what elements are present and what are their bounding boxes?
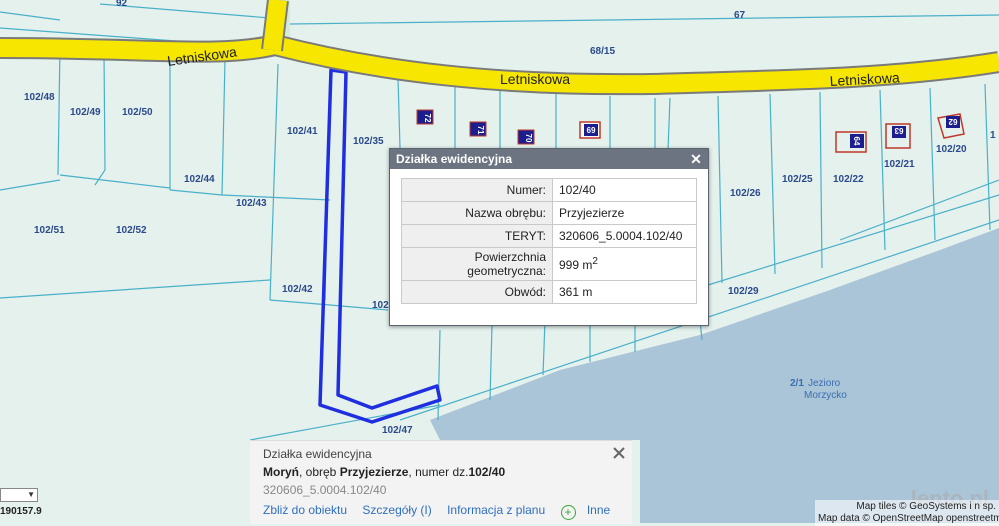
parcel-102-26: 102/26: [730, 188, 761, 199]
sep-numer: , numer dz.: [408, 465, 469, 479]
parcel-102-50: 102/50: [122, 107, 153, 118]
attribution-tiles: Map tiles © GeoSystems i n sp.: [856, 501, 996, 512]
parcel-102-29: 102/29: [728, 286, 759, 297]
parcel-102-48: 102/48: [24, 92, 55, 103]
parcel-92: 92: [116, 0, 128, 9]
coordinate-readout: 190157.9: [0, 506, 42, 517]
lake-parcel-id: 2/1: [790, 378, 804, 389]
sep-obreb: , obręb: [299, 465, 340, 479]
parcel-102-22: 102/22: [833, 174, 864, 185]
lake-name-line1: Jezioro: [808, 378, 841, 389]
building-number-70: 70: [524, 134, 533, 143]
building-number-63: 63: [894, 126, 903, 135]
table-row: Nazwa obrębu: Przyjezierze: [401, 201, 697, 225]
town-name: Moryń: [263, 465, 299, 479]
row-key-perimeter: Obwód:: [401, 280, 553, 304]
scale-select[interactable]: ▼: [0, 488, 38, 502]
parcel-102-20: 102/20: [936, 144, 967, 155]
area-name: Przyjezierze: [339, 465, 409, 479]
attribution-data[interactable]: Map data © OpenStreetMap openstreetmap.o…: [818, 513, 999, 525]
map-attribution: Map tiles © GeoSystems i n sp. Map data …: [815, 500, 999, 526]
parcel-102-35: 102/35: [353, 136, 384, 147]
parcel-102-49: 102/49: [70, 107, 101, 118]
other-link[interactable]: Inne: [587, 503, 610, 517]
chevron-down-icon: ▼: [27, 490, 35, 499]
lake-name-line2: Morzycko: [804, 390, 847, 401]
panel-actions: Zbliż do obiektu Szczegóły (I) Informacj…: [263, 503, 622, 520]
parcel-102-51: 102/51: [34, 225, 65, 236]
street-label-letniskowa-2: Letniskowa: [500, 71, 570, 87]
area-value: 999 m: [559, 258, 593, 272]
parcel-number: 102/40: [468, 465, 506, 479]
panel-teryt: 320606_5.0004.102/40: [263, 483, 387, 497]
building-number-64: 64: [852, 137, 861, 146]
table-row: TERYT: 320606_5.0004.102/40: [401, 224, 697, 248]
parcel-102-42: 102/42: [282, 284, 313, 295]
panel-title: Działka ewidencyjna: [263, 447, 372, 461]
building-number-62: 62: [948, 117, 957, 126]
parcel-summary-panel: Działka ewidencyjna Moryń, obręb Przyjez…: [250, 440, 632, 524]
row-key-numer: Numer:: [401, 178, 553, 202]
plan-info-link[interactable]: Informacja z planu: [447, 503, 545, 517]
popup-header: Działka ewidencyjna ✕: [390, 149, 708, 169]
parcel-102-partial: 102: [372, 300, 389, 311]
parcel-68-15: 68/15: [590, 46, 615, 57]
row-value-perimeter: 361 m: [552, 280, 697, 304]
table-row: Obwód: 361 m: [401, 280, 697, 304]
table-row: Numer: 102/40: [401, 178, 697, 202]
details-link[interactable]: Szczegóły (I): [362, 503, 431, 517]
building-number-71: 71: [476, 126, 485, 135]
parcel-102-25: 102/25: [782, 174, 813, 185]
parcel-102-44: 102/44: [184, 174, 215, 185]
parcel-67: 67: [734, 10, 746, 21]
parcel-102-52: 102/52: [116, 225, 147, 236]
area-unit-exponent: 2: [592, 256, 598, 267]
row-value-obreb: Przyjezierze: [552, 201, 697, 225]
parcel-102-41: 102/41: [287, 126, 318, 137]
parcel-attributes-table: Numer: 102/40 Nazwa obrębu: Przyjezierze…: [401, 178, 697, 304]
building-number-72: 72: [423, 114, 432, 123]
parcel-1: 1: [990, 130, 996, 141]
parcel-102-47: 102/47: [382, 425, 413, 436]
plus-icon[interactable]: +: [560, 505, 576, 520]
building-number-69: 69: [586, 125, 595, 134]
parcel-description: Moryń, obręb Przyjezierze, numer dz.102/…: [263, 465, 505, 479]
parcel-102-43: 102/43: [236, 198, 267, 209]
zoom-to-object-link[interactable]: Zbliż do obiektu: [263, 503, 347, 517]
row-key-teryt: TERYT:: [401, 224, 553, 248]
table-row: Powierzchnia geometryczna: 999 m2: [401, 247, 697, 281]
close-icon[interactable]: ✕: [688, 149, 704, 169]
popup-title: Działka ewidencyjna: [396, 152, 513, 166]
parcel-info-popup: Działka ewidencyjna ✕ Numer: 102/40 Nazw…: [389, 148, 709, 326]
row-key-area: Powierzchnia geometryczna:: [401, 247, 553, 281]
row-value-numer: 102/40: [552, 178, 697, 202]
row-value-teryt: 320606_5.0004.102/40: [552, 224, 697, 248]
parcel-102-21: 102/21: [884, 159, 915, 170]
row-key-obreb: Nazwa obrębu:: [401, 201, 553, 225]
close-icon[interactable]: [612, 446, 626, 460]
row-value-area: 999 m2: [552, 247, 697, 281]
